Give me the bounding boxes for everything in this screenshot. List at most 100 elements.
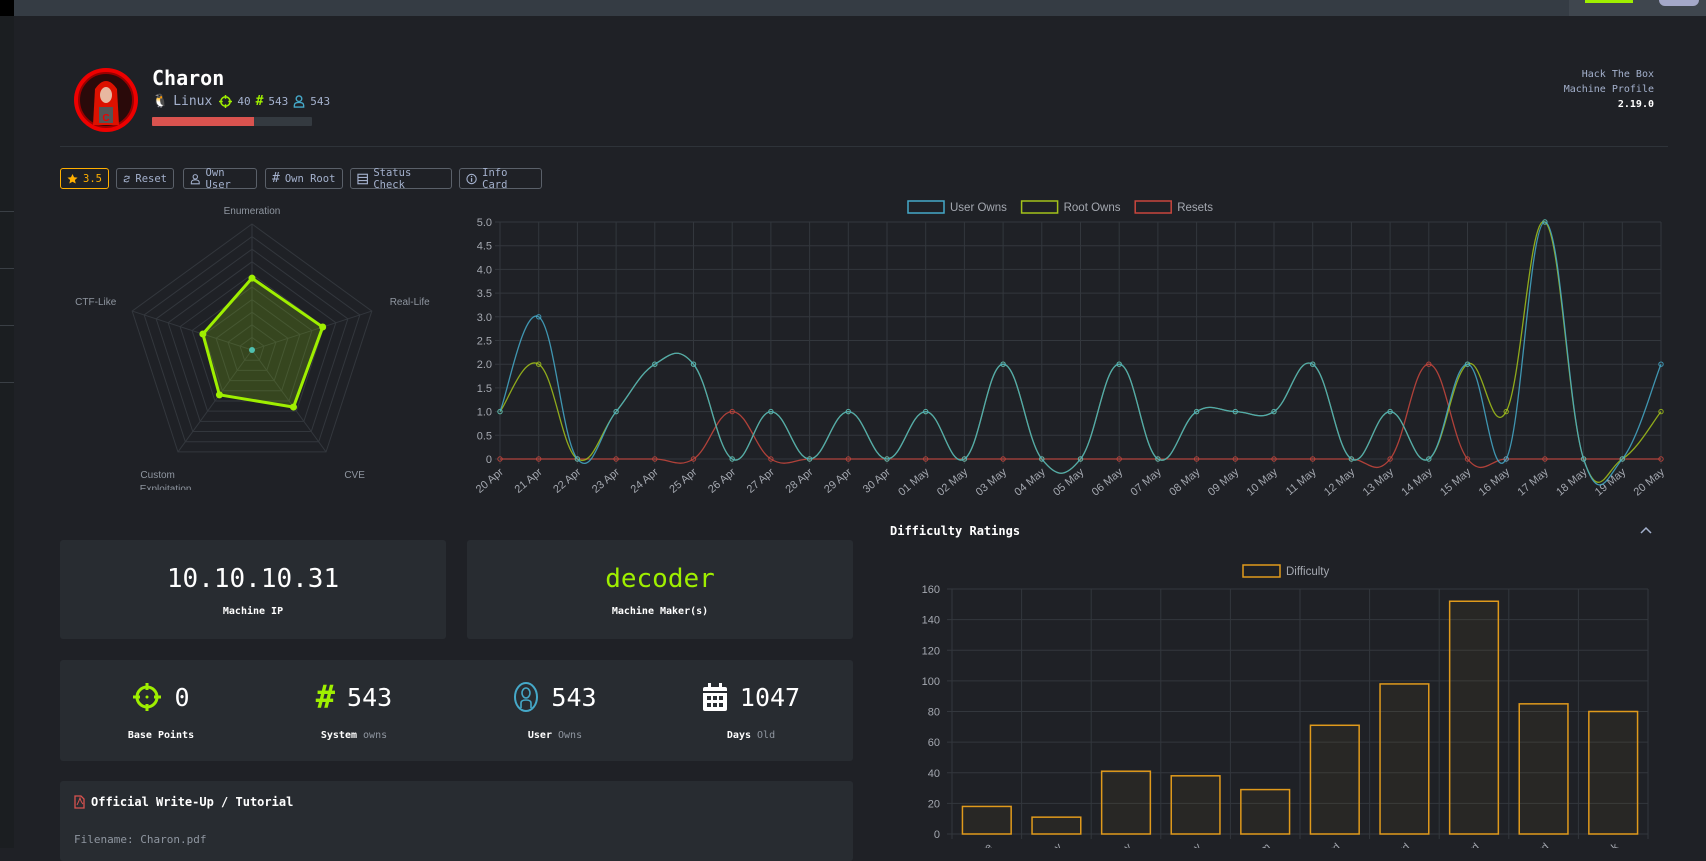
x-tick-label: 25 Apr	[667, 466, 699, 496]
y-tick-label: 4.5	[477, 241, 492, 253]
difficulty-bar	[1240, 788, 1291, 835]
stat-value: 1047	[739, 682, 801, 712]
info-icon	[466, 173, 477, 184]
difficulty-bar	[1031, 816, 1082, 835]
difficulty-progress-bar	[152, 117, 312, 126]
sidebar-divider	[0, 268, 14, 269]
x-tick-label: 24 Apr	[629, 466, 661, 496]
star-icon	[67, 173, 78, 184]
x-tick-label: 07 May	[1128, 466, 1164, 499]
y-tick-label: 5.0	[477, 217, 492, 229]
sidebar-divider	[0, 382, 14, 383]
reset-label: Reset	[135, 172, 167, 185]
sidebar	[0, 16, 14, 848]
x-tick-label: A Bit Hard	[1297, 841, 1343, 848]
y-tick-label: 2.0	[477, 359, 492, 371]
x-tick-label: 10 May	[1245, 466, 1281, 499]
stat-days-old: 1047 Days Old	[661, 680, 841, 741]
x-tick-label: 22 Apr	[551, 466, 583, 496]
radar-label-line: Exploitation	[140, 484, 192, 490]
legend-swatch	[1242, 564, 1281, 578]
stat-sub: owns	[363, 730, 388, 741]
svg-text:C: C	[102, 113, 109, 124]
machine-name: Charon	[152, 66, 225, 90]
y-tick-label: 80	[928, 707, 940, 719]
stat-label: Base Points	[127, 730, 195, 741]
stat-user-owns: 543 User Owns	[465, 680, 645, 741]
x-tick-label: 15 May	[1438, 466, 1474, 499]
top-navbar	[0, 0, 1706, 16]
machine-ip-label: Machine IP	[222, 606, 284, 617]
radar-label: Real-Life	[390, 297, 430, 308]
legend-label: Resets	[1177, 202, 1213, 214]
user-owns-value: 543	[310, 95, 331, 108]
x-tick-label: 04 May	[1012, 466, 1048, 499]
info-card-button[interactable]: Info Card	[459, 167, 542, 191]
stat-sub: Old	[757, 730, 776, 741]
crosshair-icon	[133, 683, 162, 711]
x-tick-label: 02 May	[935, 466, 971, 499]
x-tick-label: 29 Apr	[822, 466, 854, 496]
radar-chart: Enumeration Real-Life CVE Custom Exploitatio…	[75, 206, 430, 490]
y-tick-label: 4.0	[477, 264, 492, 276]
stat-label: Days	[726, 730, 751, 741]
y-tick-label: 20	[928, 798, 940, 810]
brand-block: Hack The Box Machine Profile 2.19.0	[1564, 67, 1654, 112]
difficulty-bar	[1100, 770, 1152, 835]
x-tick-label: 01 May	[896, 466, 932, 499]
difficulty-bar	[1170, 775, 1221, 835]
x-tick-label: 26 Apr	[706, 466, 738, 496]
navbar-button[interactable]	[1659, 0, 1699, 6]
difficulty-bar	[961, 805, 1012, 835]
radar-label: CTF-Like	[75, 297, 117, 308]
radar-point	[289, 403, 297, 411]
x-tick-label: Piece of Cake	[935, 841, 995, 848]
difficulty-bar	[1379, 683, 1430, 835]
x-tick-label: Brainfuck	[1578, 841, 1621, 848]
x-tick-label: 28 Apr	[783, 466, 815, 496]
x-tick-label: 06 May	[1090, 466, 1126, 499]
y-tick-label: 0	[934, 829, 940, 841]
calendar-icon	[702, 683, 727, 711]
x-tick-label: 14 May	[1399, 466, 1435, 499]
sidebar-divider	[0, 211, 14, 212]
navbar-user-text	[1585, 0, 1633, 3]
radar-label: CVE	[344, 470, 365, 481]
stat-value: 0	[174, 682, 190, 712]
system-owns-value: 543	[268, 95, 289, 108]
owns-line-chart: 0 0.5 1.0 1.5 2.0 2.5 3.0 3.5 4.0 4.5 5.0 20 Apr 21 …	[474, 200, 1667, 499]
points-value: 40	[237, 95, 251, 108]
x-tick-label: 17 May	[1515, 466, 1551, 499]
own-root-label: Own Root	[284, 172, 336, 185]
x-tick-label: 03 May	[974, 466, 1010, 499]
machine-ip[interactable]: 10.10.10.31	[60, 564, 446, 594]
user-icon	[190, 173, 200, 184]
x-tick-label: Very Easy	[1019, 841, 1065, 848]
machine-maker-link[interactable]: decoder	[467, 564, 853, 594]
difficulty-progress-fill	[152, 117, 255, 126]
machine-avatar: C	[74, 68, 138, 132]
writeup-title[interactable]: Official Write-Up / Tutorial	[91, 795, 293, 809]
x-tick-label: 20 Apr	[474, 466, 506, 496]
chevron-up-icon[interactable]	[1638, 523, 1654, 537]
reset-button[interactable]: Reset	[116, 168, 174, 189]
x-tick-label: Hard	[1386, 841, 1412, 848]
brand-line2: Machine Profile	[1563, 84, 1654, 95]
hash-icon: #	[255, 94, 264, 109]
difficulty-bar-chart: 0 20 40 60 80 100 120 140 160 Piece of Cake Very E…	[922, 564, 1649, 848]
own-root-button[interactable]: # Own Root	[265, 168, 343, 189]
header-divider	[60, 146, 1668, 147]
y-tick-label: 2.5	[477, 336, 492, 348]
x-tick-label: Easy	[1107, 841, 1134, 848]
own-user-button[interactable]: Own User	[183, 167, 257, 191]
y-tick-label: 120	[922, 645, 940, 657]
legend-swatch	[1134, 200, 1172, 214]
y-tick-label: 3.5	[477, 288, 492, 300]
status-check-button[interactable]: Status Check	[350, 167, 452, 191]
radar-point	[215, 391, 223, 399]
x-tick-label: Extremely Hard	[1486, 841, 1552, 848]
rating-button[interactable]: 3.5	[60, 168, 109, 189]
rating-value: 3.5	[83, 172, 102, 185]
stat-value: 543	[347, 682, 393, 712]
stat-base-points: 0 Base Points	[71, 680, 251, 742]
